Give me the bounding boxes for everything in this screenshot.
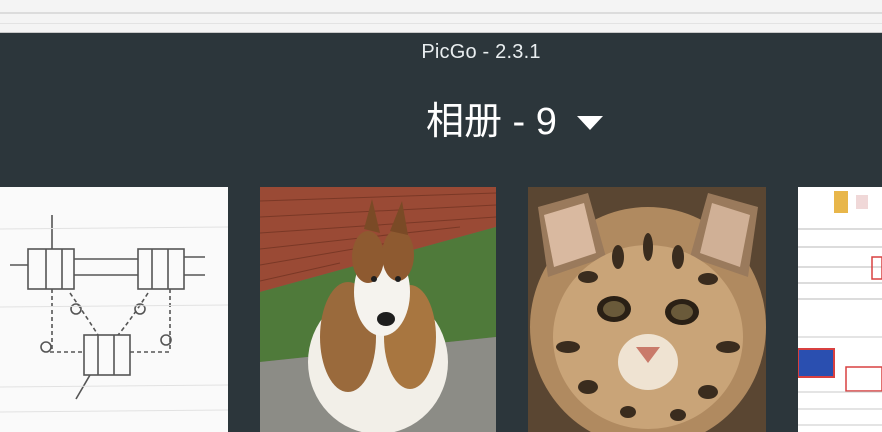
screenshot-image [798, 187, 882, 432]
triangle-down-icon[interactable] [576, 116, 603, 130]
album-title: 相册 - 9 [426, 101, 557, 143]
chrome-divider [0, 12, 882, 14]
window-title: PicGo - 2.3.1 [421, 41, 541, 63]
image-gallery [0, 187, 882, 432]
gallery-item-cat[interactable] [528, 187, 766, 432]
diagram-image [0, 187, 228, 432]
cat-image [528, 187, 766, 432]
gallery-item-dog[interactable] [260, 187, 496, 432]
browser-chrome [0, 0, 882, 33]
gallery-item-diagram[interactable] [0, 187, 228, 432]
dog-image [260, 187, 496, 432]
chrome-divider [0, 23, 882, 24]
gallery-item-screenshot[interactable] [798, 187, 882, 432]
album-selector[interactable]: 相册 - 9 [426, 100, 603, 144]
